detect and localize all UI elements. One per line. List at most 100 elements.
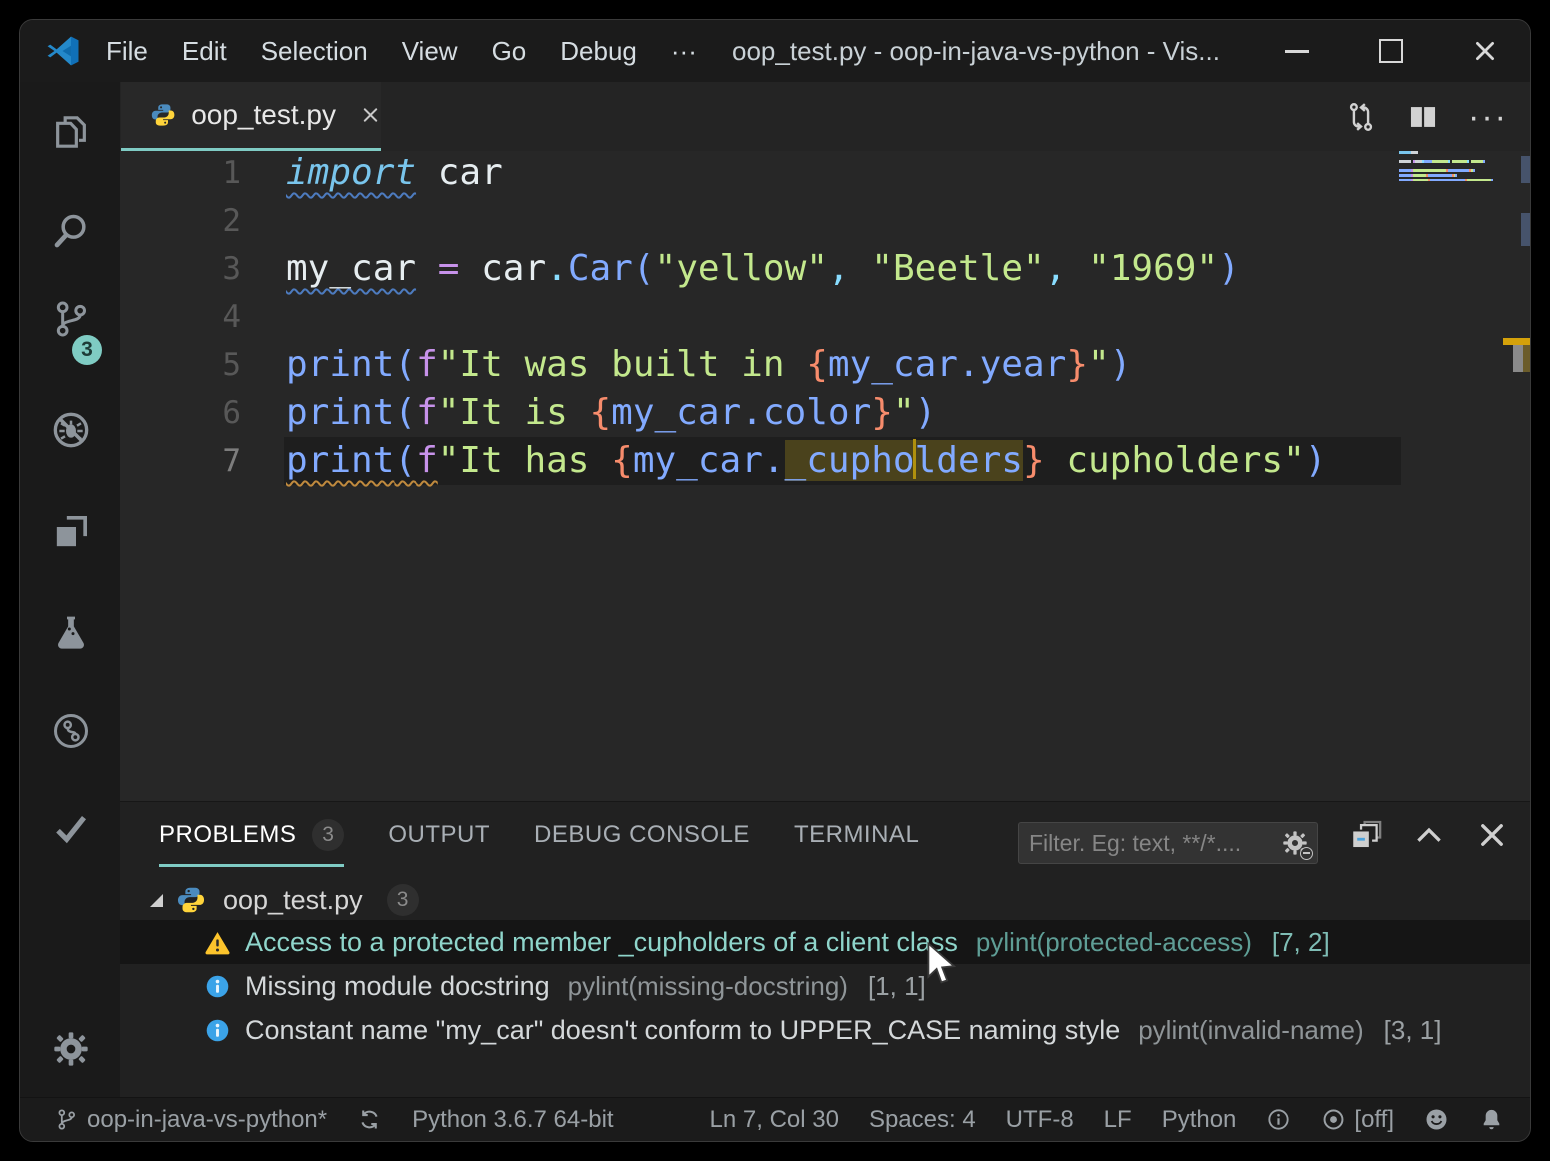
screencast-status[interactable]: [off]: [1321, 1098, 1394, 1141]
minimap-segment: [1399, 160, 1411, 163]
minimap-segment: [1399, 169, 1409, 172]
filter-gear-icon[interactable]: [1281, 829, 1309, 857]
gitlens-icon[interactable]: [51, 711, 91, 751]
test-beaker-icon[interactable]: [51, 612, 91, 652]
code-line-content: print(f"It is {my_car.color}"): [286, 389, 936, 437]
menu-bar: File Edit Selection View Go Debug ···: [106, 20, 697, 82]
editor-tab-bar: oop_test.py ···: [120, 82, 1530, 151]
python-file-icon: [177, 886, 205, 914]
line-number: 6: [120, 389, 241, 437]
panel-tab-label: DEBUG CONSOLE: [534, 821, 750, 849]
encoding-text: UTF-8: [1006, 1106, 1074, 1134]
code-editor[interactable]: 1import car23my_car = car.Car("yellow", …: [120, 151, 1530, 801]
problem-row[interactable]: Access to a protected member _cupholders…: [120, 920, 1530, 964]
code-token: ,: [828, 248, 850, 289]
code-line-2[interactable]: 2: [120, 197, 1530, 245]
menu-item-edit[interactable]: Edit: [182, 36, 227, 67]
minimap-segment: [1399, 151, 1411, 154]
expand-twistie-icon[interactable]: [150, 894, 163, 907]
code-line-1[interactable]: 1import car: [120, 149, 1530, 197]
encoding-status[interactable]: UTF-8: [1006, 1098, 1074, 1141]
split-editor-icon[interactable]: [1406, 100, 1440, 134]
sync-icon: [357, 1107, 382, 1132]
code-line-content: print(f"It was built in {my_car.year}"): [286, 341, 1131, 389]
maximize-button[interactable]: [1376, 36, 1406, 66]
filter-input[interactable]: [1019, 830, 1281, 857]
language-mode-status[interactable]: Python: [1162, 1098, 1237, 1141]
menu-item-[interactable]: ···: [671, 36, 697, 67]
panel-tab-debug-console[interactable]: DEBUG CONSOLE: [534, 802, 750, 868]
problem-position: [1, 1]: [868, 971, 926, 1002]
overview-ruler[interactable]: [1518, 151, 1531, 801]
eol-status[interactable]: LF: [1104, 1098, 1132, 1141]
editor-actions: ···: [1344, 82, 1508, 151]
settings-gear-icon[interactable]: [51, 1029, 91, 1069]
menu-item-file[interactable]: File: [106, 36, 148, 67]
problem-row[interactable]: Constant name "my_car" doesn't conform t…: [120, 1008, 1530, 1052]
menu-item-go[interactable]: Go: [492, 36, 527, 67]
problems-file-name: oop_test.py: [223, 885, 363, 916]
panel-tab-terminal[interactable]: TERMINAL: [794, 802, 919, 868]
indentation-status[interactable]: Spaces: 4: [869, 1098, 976, 1141]
problem-row[interactable]: Missing module docstringpylint(missing-d…: [120, 964, 1530, 1008]
tab-oop-test-py[interactable]: oop_test.py: [121, 82, 381, 151]
branch-name: oop-in-java-vs-python*: [87, 1106, 327, 1134]
code-line-3[interactable]: 3my_car = car.Car("yellow", "Beetle", "1…: [120, 245, 1530, 293]
minimap-segment: [1413, 169, 1446, 172]
close-panel-icon[interactable]: [1475, 818, 1509, 852]
code-token: print: [286, 392, 394, 433]
debug-icon[interactable]: [51, 410, 91, 450]
source-control-badge: 3: [72, 335, 102, 365]
info-icon: [204, 973, 231, 1000]
line-number: 5: [120, 341, 241, 389]
problems-file-group[interactable]: oop_test.py 3: [120, 880, 1530, 920]
minimap[interactable]: [1399, 151, 1515, 211]
source-control-icon[interactable]: [51, 299, 91, 339]
bell-icon: [1479, 1107, 1504, 1132]
problem-message: Access to a protected member _cupholders…: [245, 927, 958, 958]
text-cursor: [913, 439, 917, 479]
code-line-4[interactable]: 4: [120, 293, 1530, 341]
minimap-segment: [1452, 160, 1468, 163]
code-token: (: [394, 344, 416, 385]
explorer-icon[interactable]: [51, 112, 91, 152]
code-line-5[interactable]: 5 print(f"It was built in {my_car.year}"): [120, 341, 1530, 389]
maximize-panel-icon[interactable]: [1412, 818, 1446, 852]
more-actions-icon[interactable]: ···: [1468, 100, 1508, 134]
panel-tab-problems[interactable]: PROBLEMS3: [159, 802, 344, 868]
code-token: my_car.color: [611, 392, 871, 433]
code-token: my_car.year: [828, 344, 1066, 385]
mouse-cursor: [926, 942, 962, 986]
code-token: }: [1066, 344, 1088, 385]
code-token: lders: [915, 440, 1023, 481]
code-token: }: [1023, 440, 1045, 481]
code-token: ": [1088, 344, 1110, 385]
search-icon[interactable]: [51, 211, 91, 251]
minimize-button[interactable]: [1282, 36, 1312, 66]
tab-close-icon[interactable]: [360, 102, 381, 128]
python-interpreter-status[interactable]: Python 3.6.7 64-bit: [412, 1098, 613, 1141]
open-changes-icon[interactable]: [1344, 100, 1378, 134]
menu-item-view[interactable]: View: [402, 36, 458, 67]
close-window-button[interactable]: [1470, 36, 1500, 66]
minimap-line: [1399, 151, 1418, 154]
problem-position: [7, 2]: [1272, 927, 1330, 958]
restore-panel-icon[interactable]: [1349, 818, 1383, 852]
code-token: car: [416, 152, 503, 193]
checkmark-icon[interactable]: [51, 808, 91, 848]
sync-status[interactable]: [357, 1098, 382, 1141]
cursor-position-status[interactable]: Ln 7, Col 30: [710, 1098, 839, 1141]
feedback-status[interactable]: [1424, 1098, 1449, 1141]
menu-item-debug[interactable]: Debug: [560, 36, 637, 67]
linter-info-status[interactable]: [1266, 1098, 1291, 1141]
code-line-7[interactable]: 7print(f"It has {my_car._cupholders} cup…: [120, 437, 1530, 485]
panel-tab-output[interactable]: OUTPUT: [388, 802, 490, 868]
extensions-icon[interactable]: [51, 512, 91, 552]
python-version: Python 3.6.7 64-bit: [412, 1106, 613, 1134]
notifications-status[interactable]: [1479, 1098, 1504, 1141]
code-line-6[interactable]: 6 print(f"It is {my_car.color}"): [120, 389, 1530, 437]
menu-item-selection[interactable]: Selection: [261, 36, 368, 67]
line-number: 3: [120, 245, 241, 293]
code-token: ): [1305, 440, 1327, 481]
git-branch-status[interactable]: oop-in-java-vs-python*: [54, 1098, 327, 1141]
